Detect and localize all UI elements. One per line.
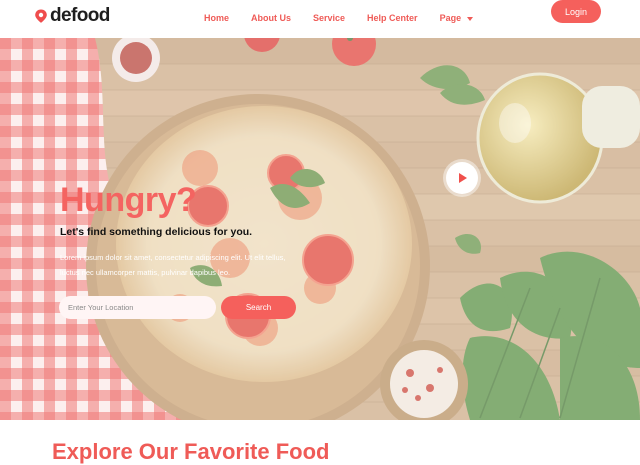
location-pin-icon bbox=[35, 9, 47, 23]
play-video-button[interactable] bbox=[446, 162, 478, 194]
nav-item-label: About Us bbox=[251, 13, 292, 23]
location-search-input[interactable] bbox=[59, 296, 216, 319]
section-heading: Explore Our Favorite Food bbox=[52, 439, 330, 464]
hero-section: Hungry? Let's find something delicious f… bbox=[0, 38, 640, 420]
site-header: defood Home About Us Service Help Center… bbox=[0, 0, 640, 38]
chevron-down-icon bbox=[467, 16, 474, 21]
hero-description: Lorem ipsum dolor sit amet, consectetur … bbox=[60, 253, 286, 277]
nav-item-label: Help Center bbox=[367, 13, 418, 23]
nav-item-label: Home bbox=[204, 13, 230, 23]
hero-title: Hungry? bbox=[60, 181, 197, 219]
play-icon bbox=[459, 173, 467, 183]
brand-name: defood bbox=[50, 5, 110, 26]
hero-subtitle: Let's find something delicious for you. bbox=[60, 226, 253, 238]
nav-item-page[interactable]: Page bbox=[440, 13, 474, 23]
login-button[interactable]: Login bbox=[551, 0, 601, 23]
nav-item-label: Service bbox=[313, 13, 346, 23]
search-button[interactable]: Search bbox=[221, 296, 296, 319]
nav-item-service[interactable]: Service bbox=[313, 13, 345, 23]
brand-logo[interactable]: defood bbox=[34, 4, 110, 28]
nav-item-label: Page bbox=[439, 13, 462, 23]
nav-item-home[interactable]: Home bbox=[204, 13, 229, 23]
main-nav: Home About Us Service Help Center Page bbox=[204, 13, 495, 23]
nav-item-help-center[interactable]: Help Center bbox=[367, 13, 418, 23]
nav-item-about-us[interactable]: About Us bbox=[251, 13, 291, 23]
